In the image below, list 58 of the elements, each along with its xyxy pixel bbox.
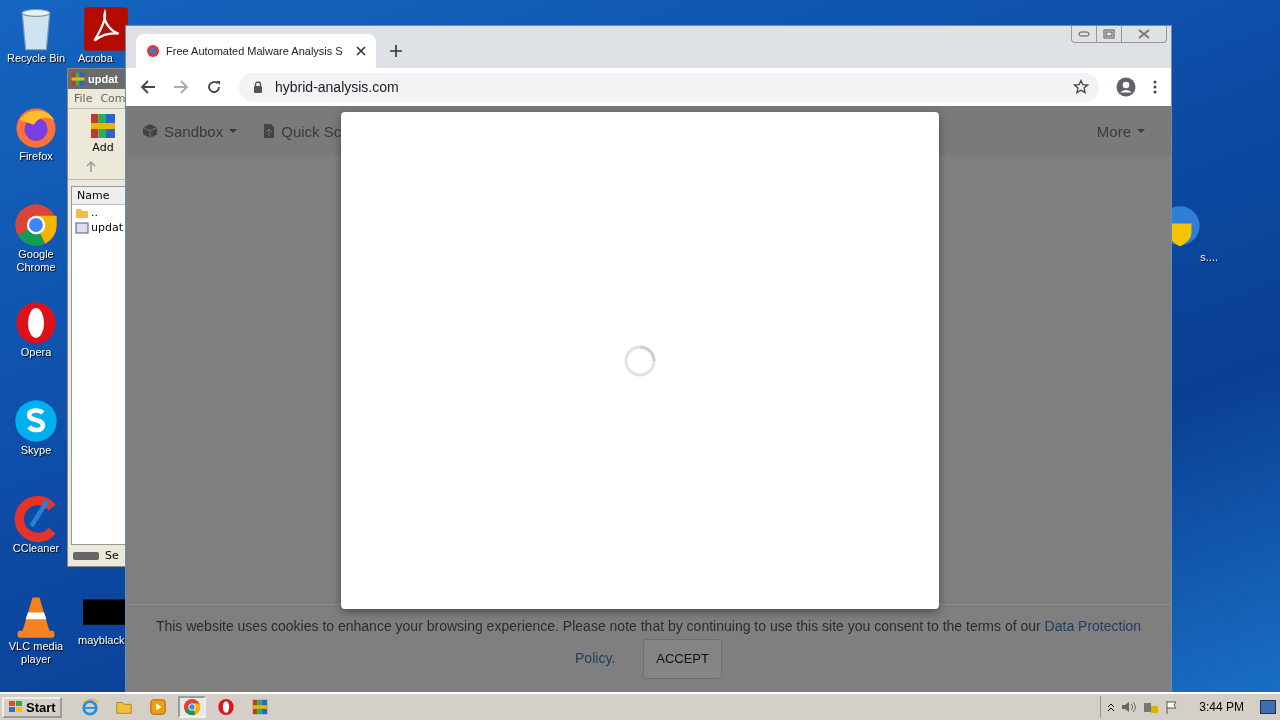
desktop-icon-label[interactable]: Acroba xyxy=(78,52,113,65)
menu-item[interactable]: Com xyxy=(100,92,126,105)
chrome-icon xyxy=(13,202,59,248)
media-player-icon[interactable] xyxy=(148,698,167,716)
reload-icon[interactable] xyxy=(206,79,222,95)
status-text: Se xyxy=(105,549,119,562)
desktop-icon-label[interactable]: CCleaner xyxy=(12,542,60,555)
chrome-icon xyxy=(182,698,201,716)
drive-icon xyxy=(73,551,99,560)
file-upload-icon xyxy=(263,123,276,139)
file-name[interactable]: updat xyxy=(91,221,123,234)
desktop-icon-label[interactable]: Recycle Bin xyxy=(6,52,66,65)
site-favicon-icon xyxy=(146,44,160,58)
desktop-icon-label[interactable]: Skype xyxy=(20,444,52,457)
new-tab-icon[interactable] xyxy=(390,45,402,57)
ccleaner-icon xyxy=(13,496,59,542)
flag-icon[interactable] xyxy=(1165,700,1180,714)
speaker-icon[interactable] xyxy=(1121,700,1138,714)
address-bar[interactable]: hybrid-analysis.com xyxy=(239,72,1099,102)
desktop-icon-label[interactable]: s.... xyxy=(1200,251,1218,264)
star-icon[interactable] xyxy=(1073,79,1089,95)
archive-icon xyxy=(88,111,118,141)
clock[interactable]: 3:44 PM xyxy=(1199,700,1244,714)
start-button[interactable]: Start xyxy=(2,696,62,718)
windows-logo-icon xyxy=(8,700,24,714)
show-desktop-icon[interactable] xyxy=(1260,700,1276,714)
file-name[interactable]: .. xyxy=(91,206,98,219)
add-button[interactable]: Add xyxy=(74,111,118,154)
browser-tab[interactable]: Free Automated Malware Analysis S xyxy=(136,34,376,68)
desktop-icon-label[interactable]: Opera xyxy=(20,346,52,359)
desktop-icon-label[interactable]: mayblack xyxy=(78,634,125,647)
network-icon[interactable] xyxy=(1143,700,1160,714)
menu-icon[interactable] xyxy=(1153,80,1157,94)
opera-icon xyxy=(13,300,59,346)
cube-icon xyxy=(142,123,158,139)
menu-item[interactable]: File xyxy=(74,92,93,105)
window-title: updat xyxy=(88,73,118,85)
cookie-notice: This website uses cookies to enhance your browsing experience. Please note that by continuing to use this site you consent to the terms of our xyxy=(155,618,1041,634)
tab-title: Free Automated Malware Analysis S xyxy=(166,45,344,57)
desktop-icon-label[interactable]: Google Chrome xyxy=(3,248,69,274)
ie-icon[interactable] xyxy=(80,698,99,716)
desktop-icon-label[interactable]: VLC media player xyxy=(3,640,69,666)
file-icon xyxy=(75,221,89,234)
opera-icon xyxy=(216,698,235,716)
forward-icon[interactable] xyxy=(173,79,189,95)
archive-icon xyxy=(70,71,86,87)
archive-icon[interactable] xyxy=(250,698,269,716)
profile-icon[interactable] xyxy=(1116,77,1136,97)
desktop-icon-label[interactable]: Firefox xyxy=(19,150,53,163)
up-arrow-icon[interactable] xyxy=(86,160,96,172)
accept-button[interactable]: ACCEPT xyxy=(643,639,722,679)
acrobat-icon xyxy=(83,6,129,52)
close-icon[interactable] xyxy=(356,46,366,56)
skype-icon xyxy=(13,398,59,444)
chevron-up-icon[interactable] xyxy=(1107,702,1116,712)
taskbar-button[interactable] xyxy=(177,696,206,718)
lock-icon xyxy=(253,81,263,93)
back-icon[interactable] xyxy=(140,79,156,95)
